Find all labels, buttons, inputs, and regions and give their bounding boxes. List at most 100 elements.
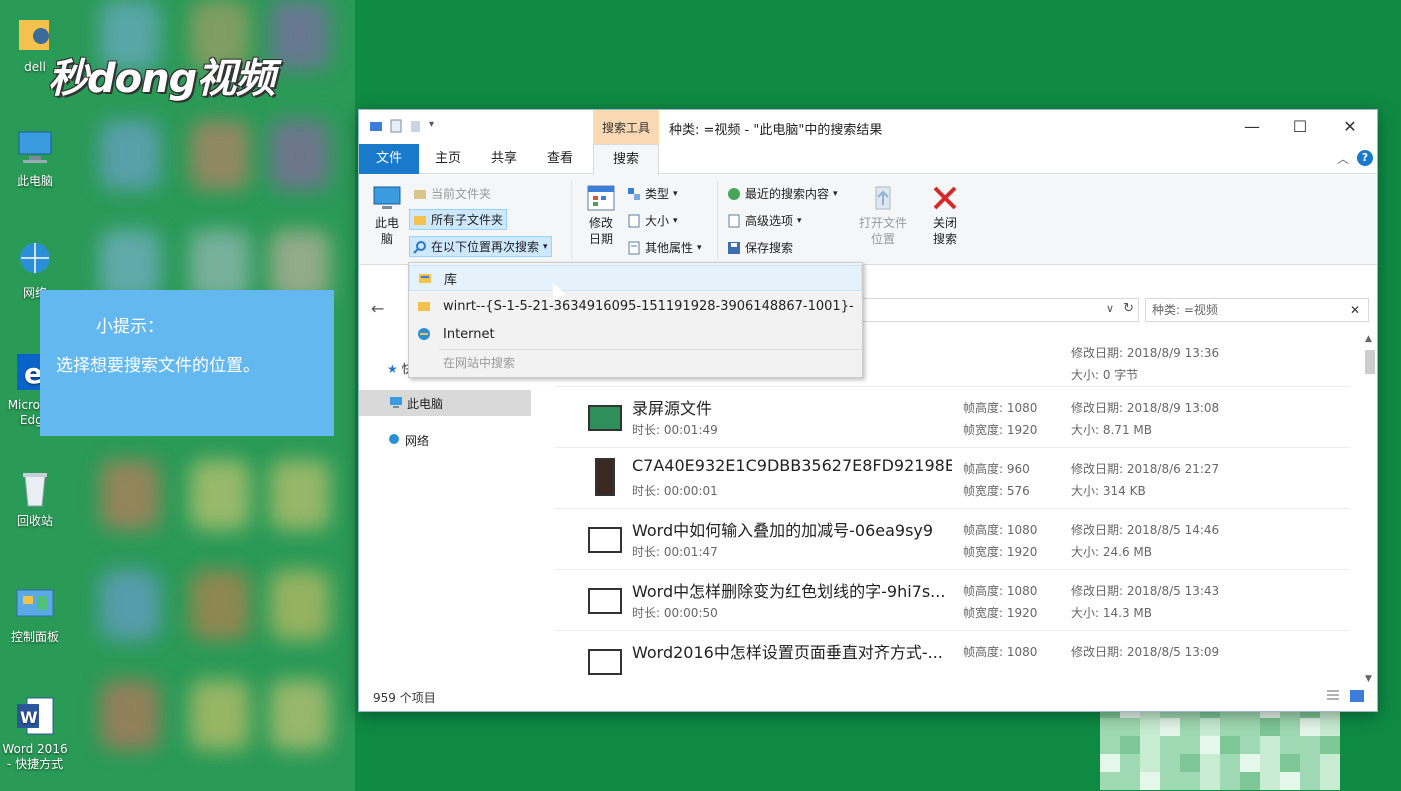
dropdown-item-label: winrt--{S-1-5-21-3634916095-151191928-39… (443, 298, 854, 314)
folder-icon (417, 299, 431, 313)
properties-icon[interactable] (389, 119, 403, 133)
open-location-icon (875, 186, 891, 210)
advanced-options-button[interactable]: 高级选项 ▾ (727, 212, 802, 229)
nav-item-network[interactable]: 网络 (387, 432, 429, 449)
maximize-button[interactable]: ☐ (1277, 114, 1323, 140)
current-folder-label: 当前文件夹 (431, 187, 492, 201)
network-icon (387, 433, 401, 448)
kind-label: 类型 (645, 187, 670, 201)
dropdown-item-internet[interactable]: Internet (409, 321, 862, 347)
desktop-icon-recycle-bin[interactable]: 回收站 (0, 466, 70, 529)
recycle-bin-icon (13, 466, 57, 510)
search-again-icon (413, 240, 427, 254)
view-buttons (1325, 689, 1365, 703)
dropdown-item-winrt[interactable]: winrt--{S-1-5-21-3634916095-151191928-39… (409, 293, 862, 319)
close-search-button[interactable]: 关闭搜索 (925, 183, 965, 247)
modified-date-button[interactable]: 修改日期 (581, 183, 621, 247)
blurred-icon (190, 570, 250, 640)
tip-title: 小提示： (96, 317, 164, 337)
search-again-in-label: 在以下位置再次搜索 (431, 240, 540, 254)
address-bar[interactable]: ∨ ↻ (859, 298, 1139, 322)
navigation-pane: ★ 快速访问 此电脑 网络 (359, 332, 539, 682)
minimize-button[interactable]: — (1229, 114, 1275, 140)
details-view-icon[interactable] (1325, 689, 1341, 703)
chevron-down-icon: ▾ (697, 242, 702, 253)
file-name: 录屏源文件 (632, 399, 713, 418)
duration: 时长: 00:00:50 (632, 606, 718, 620)
chevron-down-icon: ▾ (673, 215, 678, 226)
this-pc-label: 此电脑 (375, 216, 400, 246)
list-item[interactable]: 录屏源文件 时长: 00:01:49 帧高度: 1080 帧宽度: 1920 修… (555, 387, 1350, 448)
tab-file[interactable]: 文件 (359, 144, 419, 174)
collapse-ribbon-icon[interactable]: ︿ (1337, 150, 1349, 167)
star-icon: ★ (387, 361, 398, 376)
chevron-down-icon[interactable]: ∨ (1106, 302, 1114, 315)
scroll-down-icon[interactable]: ▼ (1365, 674, 1372, 684)
chevron-down-icon: ▾ (673, 188, 678, 199)
list-item[interactable]: Word2016中怎样设置页面垂直对齐方式-... 帧高度: 1080 修改日期… (555, 631, 1350, 684)
chevron-down-icon: ▾ (833, 188, 838, 199)
tab-view[interactable]: 查看 (535, 144, 585, 174)
window-title: 种类: =视频 - "此电脑"中的搜索结果 (669, 123, 883, 138)
save-icon (727, 241, 741, 255)
list-item[interactable]: C7A40E932E1C9DBB35627E8FD92198E2 时长: 00:… (555, 448, 1350, 509)
recent-searches-button[interactable]: 最近的搜索内容 ▾ (727, 185, 838, 202)
vertical-scrollbar[interactable]: ▲ ▼ (1363, 332, 1377, 684)
svg-text:W: W (20, 708, 38, 727)
nav-item-quick-access[interactable]: ★ 快速访问 (387, 360, 408, 377)
list-item[interactable]: Word中如何输入叠加的加减号-06ea9sy9 时长: 00:01:47 帧高… (555, 509, 1350, 570)
this-pc-button[interactable]: 此电脑 (367, 185, 407, 247)
desktop-icon-this-pc[interactable]: 此电脑 (0, 126, 70, 189)
file-size: 大小: 0 字节 (1071, 368, 1139, 382)
frame-width: 帧宽度: 1920 (963, 606, 1038, 620)
watermark-logo: 秒dong视频 (48, 56, 275, 102)
nav-item-this-pc[interactable]: 此电脑 (359, 390, 531, 416)
size-icon (627, 214, 641, 228)
tip-box: 小提示： 选择想要搜索文件的位置。 (40, 290, 334, 436)
network-icon (13, 238, 57, 282)
list-item[interactable]: Word中怎样删除变为红色划线的字-9hi7s... 时长: 00:00:50 … (555, 570, 1350, 631)
search-input-value: 种类: =视频 (1152, 303, 1218, 317)
desktop-icon-control-panel[interactable]: 控制面板 (0, 582, 70, 645)
scroll-up-icon[interactable]: ▲ (1365, 334, 1372, 344)
folder-icon (413, 187, 427, 201)
file-name: C7A40E932E1C9DBB35627E8FD92198E2 (632, 456, 952, 475)
new-folder-icon[interactable] (409, 119, 423, 133)
kind-button[interactable]: 类型 ▾ (627, 185, 678, 202)
frame-height: 帧高度: 1080 (963, 523, 1038, 537)
size-button[interactable]: 大小 ▾ (627, 212, 678, 229)
open-file-location-button[interactable]: 打开文件位置 (853, 183, 913, 247)
help-icon[interactable]: ? (1357, 150, 1373, 166)
search-again-in-button[interactable]: 在以下位置再次搜索 ▾ (409, 236, 552, 257)
desktop-icon-label: 此电脑 (16, 174, 53, 188)
ribbon-tabs: 文件 主页 共享 查看 搜索 ︿ ? (359, 144, 1377, 175)
refresh-icon[interactable]: ↻ (1123, 301, 1134, 316)
all-subfolders-label: 所有子文件夹 (431, 213, 504, 227)
video-thumbnail (588, 405, 622, 431)
calendar-icon (587, 185, 615, 211)
search-input[interactable]: 种类: =视频 ✕ (1145, 298, 1369, 322)
all-subfolders-button[interactable]: 所有子文件夹 (409, 209, 508, 230)
desktop-icon-word[interactable]: W Word 2016 - 快捷方式 (0, 694, 70, 772)
clear-search-icon[interactable]: ✕ (1350, 299, 1360, 321)
back-button[interactable]: ← (371, 299, 384, 318)
chevron-down-icon[interactable]: ▾ (429, 119, 443, 133)
other-properties-button[interactable]: 其他属性 ▾ (627, 239, 702, 256)
tab-share[interactable]: 共享 (479, 144, 529, 174)
dropdown-item-library[interactable]: 库 (409, 265, 862, 291)
save-search-button[interactable]: 保存搜索 (727, 239, 793, 256)
frame-width: 帧宽度: 576 (963, 484, 1030, 498)
file-size: 大小: 24.6 MB (1071, 545, 1152, 559)
subfolders-icon (413, 213, 427, 227)
tab-search[interactable]: 搜索 (593, 144, 659, 175)
computer-icon (13, 126, 57, 170)
quick-access-toolbar: ▾ (369, 119, 443, 133)
close-button[interactable]: ✕ (1327, 114, 1373, 140)
large-icons-view-icon[interactable] (1349, 689, 1365, 703)
scrollbar-thumb[interactable] (1365, 350, 1375, 374)
blurred-icon (190, 460, 250, 530)
modified-date: 修改日期: 2018/8/5 13:09 (1071, 645, 1220, 659)
tab-home[interactable]: 主页 (423, 144, 473, 174)
current-folder-button[interactable]: 当前文件夹 (413, 185, 491, 202)
word-icon: W (13, 694, 57, 738)
